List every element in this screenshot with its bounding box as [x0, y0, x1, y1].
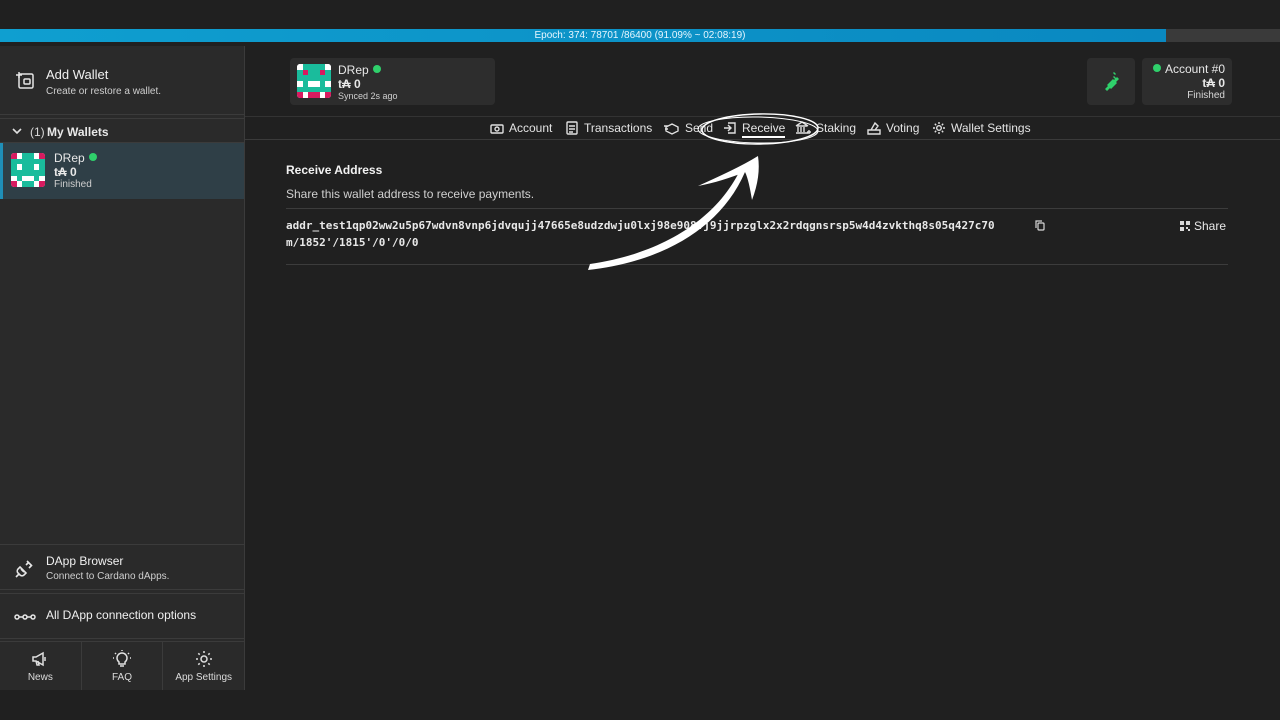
- account-icon: [490, 124, 504, 134]
- receive-address-title: Receive Address: [286, 163, 383, 177]
- wallet-name-row: DRep: [54, 151, 97, 165]
- tab-voting-label: Voting: [886, 121, 920, 135]
- sidebar: Add Wallet Create or restore a wallet. (…: [0, 46, 245, 690]
- lightbulb-icon: [113, 650, 131, 667]
- tab-account-label: Account: [509, 121, 553, 135]
- gear-icon: [933, 122, 945, 134]
- news-label: News: [27, 672, 53, 683]
- receive-address-description: Share this wallet address to receive pay…: [286, 187, 535, 201]
- wallet-avatar: [11, 153, 45, 187]
- wallet-header-name: DRep: [338, 63, 369, 77]
- account-name: Account #0: [1164, 62, 1225, 76]
- derivation-path: m/1852'/1815'/0'/0/0: [286, 236, 419, 249]
- tab-voting[interactable]: Voting: [867, 121, 919, 139]
- account-name-row: Account #0: [1152, 62, 1225, 76]
- online-status-dot: [1152, 64, 1161, 72]
- online-status-dot: [372, 65, 381, 73]
- wallet-name: DRep: [54, 151, 85, 165]
- add-wallet-subtitle: Create or restore a wallet.: [46, 86, 162, 97]
- wallet-header-name-row: DRep: [338, 63, 381, 77]
- tab-transactions-label: Transactions: [584, 121, 653, 135]
- address-row: addr_test1qp02ww2u5p67wdvn8vnp6jdvqujj47…: [286, 208, 1228, 265]
- add-wallet-icon: [16, 72, 34, 89]
- dapp-connect-button[interactable]: [1087, 58, 1135, 105]
- wallet-count: (1): [30, 125, 45, 139]
- share-button[interactable]: Share: [1179, 219, 1226, 233]
- dapp-browser-button[interactable]: DApp Browser Connect to Cardano dApps.: [0, 544, 244, 590]
- faq-button[interactable]: FAQ: [82, 642, 164, 690]
- tab-account[interactable]: Account: [490, 121, 552, 139]
- news-button[interactable]: News: [0, 642, 82, 690]
- connection-nodes-icon: [14, 614, 36, 620]
- gear-icon: [195, 651, 212, 667]
- account-header-card[interactable]: Account #0 t₳ 0 Finished: [1142, 58, 1232, 105]
- faq-label: FAQ: [112, 672, 133, 683]
- dapp-connection-options-button[interactable]: All DApp connection options: [0, 593, 244, 639]
- tab-receive[interactable]: Receive: [723, 121, 786, 139]
- tab-staking-label: Staking: [816, 121, 857, 135]
- wallet-header-balance: t₳ 0: [338, 77, 361, 91]
- dapp-options-title: All DApp connection options: [46, 608, 197, 622]
- epoch-progress-bar: Epoch: 374: 78701 /86400 (91.09% ~ 02:08…: [0, 29, 1280, 42]
- copy-icon[interactable]: [1035, 220, 1045, 231]
- receive-address[interactable]: addr_test1qp02ww2u5p67wdvn8vnp6jdvqujj47…: [286, 219, 995, 232]
- share-label: Share: [1193, 219, 1226, 233]
- add-wallet-title: Add Wallet: [46, 67, 109, 82]
- wallet-tabs: Account Transactions Send Receive Stakin…: [245, 116, 1280, 140]
- my-wallets-label: My Wallets: [47, 125, 109, 139]
- send-icon: [664, 123, 679, 135]
- chevron-down-icon: [12, 128, 22, 135]
- account-balance: t₳ 0: [1202, 76, 1225, 90]
- my-wallets-toggle[interactable]: (1) My Wallets: [0, 118, 244, 143]
- app-settings-button[interactable]: App Settings: [163, 642, 244, 690]
- voting-icon: [867, 121, 881, 135]
- tab-send[interactable]: Send: [663, 121, 713, 139]
- wallet-status: Finished: [54, 179, 92, 190]
- tab-wallet-settings-label: Wallet Settings: [951, 121, 1031, 135]
- wallet-header-card[interactable]: DRep t₳ 0 Synced 2s ago: [290, 58, 495, 105]
- dapp-browser-title: DApp Browser: [46, 554, 124, 568]
- epoch-progress-text: Epoch: 374: 78701 /86400 (91.09% ~ 02:08…: [534, 30, 746, 41]
- receive-icon: [724, 122, 736, 134]
- transactions-icon: [566, 121, 578, 135]
- qr-code-icon: [1179, 221, 1190, 231]
- plug-icon: [15, 560, 33, 578]
- tab-send-label: Send: [685, 121, 714, 135]
- tab-wallet-settings[interactable]: Wallet Settings: [932, 121, 1031, 139]
- plug-icon: [1105, 72, 1119, 91]
- tab-staking[interactable]: Staking: [795, 121, 856, 139]
- tab-transactions[interactable]: Transactions: [565, 121, 652, 139]
- bottom-nav: News FAQ App Settings: [0, 641, 244, 690]
- app-settings-label: App Settings: [175, 672, 233, 683]
- dapp-browser-subtitle: Connect to Cardano dApps.: [46, 571, 170, 582]
- account-status: Finished: [1187, 90, 1225, 101]
- sync-status: Synced 2s ago: [338, 91, 398, 101]
- add-wallet-button[interactable]: Add Wallet Create or restore a wallet.: [0, 46, 244, 115]
- wallet-balance: t₳ 0: [54, 165, 77, 179]
- megaphone-icon: [32, 651, 47, 667]
- wallet-list-item[interactable]: DRep t₳ 0 Finished: [0, 143, 244, 199]
- online-status-dot: [88, 153, 97, 161]
- tab-receive-label: Receive: [742, 121, 786, 138]
- staking-icon: [795, 121, 811, 134]
- wallet-header-avatar: [297, 64, 331, 98]
